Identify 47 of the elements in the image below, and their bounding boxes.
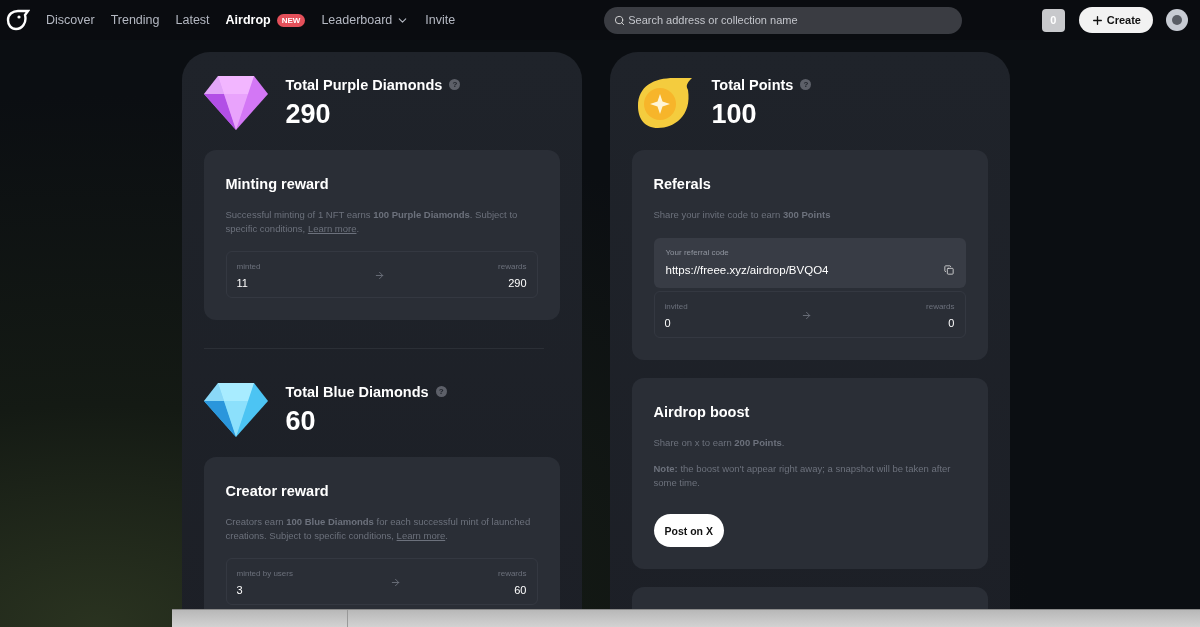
- stat-label: rewards: [498, 569, 527, 578]
- total-title: Total Purple Diamonds: [285, 76, 443, 93]
- stat-label: minted: [236, 262, 261, 271]
- card-title: Airdrop boost: [653, 404, 751, 420]
- stat-value: 3: [236, 584, 243, 596]
- nav-link[interactable]: Latest: [175, 13, 210, 27]
- diamond-icon: [203, 76, 268, 130]
- stat-value: 0: [948, 317, 955, 329]
- avatar-icon[interactable]: [1166, 9, 1188, 31]
- nav-link[interactable]: Trending: [110, 13, 160, 27]
- stat-label: invited: [664, 302, 688, 311]
- description: Share on x to earn 200 Points.: [653, 436, 786, 450]
- arrow-icon: [373, 270, 385, 281]
- description: Share your invite code to earn 300 Points: [653, 208, 832, 222]
- total-value: 60: [285, 405, 317, 437]
- stat-value: 60: [514, 584, 527, 596]
- copy-icon[interactable]: [943, 265, 954, 275]
- note: Note: the boost won't appear right away; a snapshot will be taken after some time.: [653, 462, 952, 490]
- total-title: Total Points: [711, 76, 794, 93]
- nav-link[interactable]: Leaderboard: [321, 13, 410, 27]
- total-value: 100: [711, 98, 758, 130]
- card-title: Minting reward: [225, 176, 330, 192]
- create-button[interactable]: Create: [1078, 7, 1153, 33]
- total-title: Total Blue Diamonds: [285, 383, 429, 400]
- referral-code-field[interactable]: Your referral code https://freee.xyz/airdrop/BVQO4: [653, 238, 966, 288]
- stat-label: rewards: [498, 262, 527, 271]
- bird-logo-icon[interactable]: [4, 9, 30, 31]
- card-title: Referals: [653, 176, 712, 192]
- card-title: Creator reward: [225, 483, 330, 499]
- post-button[interactable]: Post on X: [653, 514, 724, 547]
- stat-value: 290: [508, 277, 527, 289]
- description: Creators earn 100 Blue Diamonds for each successful mint of launched creations. Subject to specific conditions, Learn more.: [225, 515, 532, 543]
- nav-link[interactable]: Invite: [425, 13, 456, 27]
- description: Successful minting of 1 NFT earns 100 Purple Diamonds. Subject to specific conditions, Learn more.: [225, 208, 519, 236]
- stat-value: 11: [236, 277, 248, 289]
- new-badge: NEW: [276, 13, 306, 27]
- search-field[interactable]: Search address or collection name: [604, 6, 963, 34]
- stat-label: rewards: [926, 302, 955, 311]
- nav-link[interactable]: Discover: [46, 13, 95, 27]
- stat-value: 0: [664, 317, 671, 329]
- arrow-icon: [390, 577, 401, 588]
- diamond-icon: [203, 383, 268, 437]
- search-icon: [614, 14, 626, 26]
- nav-link[interactable]: Airdrop NEW: [225, 13, 306, 27]
- total-value: 290: [285, 98, 332, 130]
- plus-icon: [1090, 13, 1104, 27]
- arrow-icon: [801, 310, 813, 321]
